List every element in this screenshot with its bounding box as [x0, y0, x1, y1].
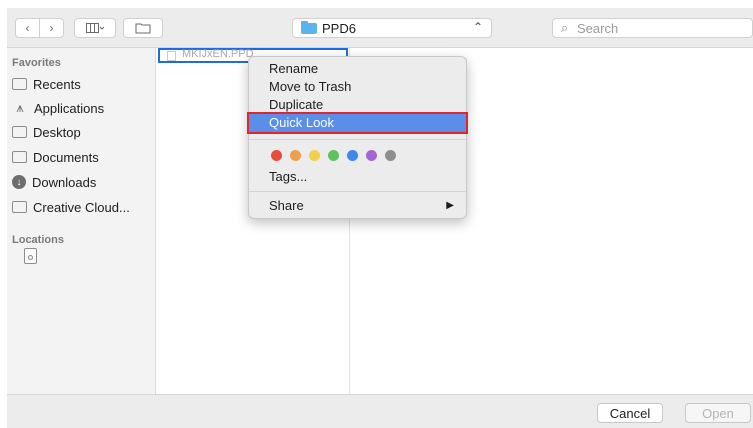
- sidebar-item-label: Desktop: [33, 124, 81, 140]
- tag-gray[interactable]: [385, 150, 396, 161]
- chevron-right-icon: ›: [49, 21, 54, 35]
- favorites-header: Favorites: [12, 57, 61, 69]
- toolbar: ‹ › PPD6 ⌃ ⌕ Search: [7, 8, 753, 48]
- menu-separator: [249, 139, 466, 140]
- forward-button[interactable]: ›: [39, 18, 64, 38]
- menu-item-rename[interactable]: Rename: [249, 60, 466, 78]
- desktop-icon: [12, 126, 27, 138]
- new-folder-button[interactable]: [123, 18, 163, 38]
- search-field[interactable]: ⌕ Search: [552, 18, 753, 38]
- menu-item-tags[interactable]: Tags...: [249, 168, 466, 186]
- sidebar-item-label: Documents: [33, 149, 99, 165]
- menu-item-share[interactable]: Share ▶: [249, 197, 466, 215]
- chevron-left-icon: ‹: [25, 21, 30, 35]
- menu-item-duplicate[interactable]: Duplicate: [249, 96, 466, 114]
- sidebar-item-label: Downloads: [32, 174, 97, 190]
- new-folder-icon: [135, 23, 151, 34]
- search-icon: ⌕: [561, 20, 569, 35]
- search-placeholder: Search: [577, 21, 619, 36]
- path-label: PPD6: [322, 21, 356, 36]
- menu-separator: [249, 191, 466, 192]
- path-popup[interactable]: PPD6 ⌃: [292, 18, 492, 38]
- bottom-bar: Cancel Open: [7, 394, 753, 428]
- tag-yellow[interactable]: [309, 150, 320, 161]
- tag-orange[interactable]: [290, 150, 301, 161]
- tag-red[interactable]: [271, 150, 282, 161]
- disk-icon[interactable]: [24, 248, 37, 264]
- recents-icon: [12, 78, 27, 90]
- sidebar-item-applications[interactable]: ⩚ Applications: [12, 97, 152, 119]
- document-icon: [167, 51, 176, 61]
- locations-header: Locations: [12, 234, 64, 246]
- folder-icon: [12, 201, 27, 213]
- popup-arrows-icon: ⌃: [472, 20, 483, 34]
- downloads-icon: ↓: [12, 175, 26, 189]
- sidebar-item-desktop[interactable]: Desktop: [12, 121, 152, 143]
- folder-icon: [301, 21, 317, 34]
- tag-blue[interactable]: [347, 150, 358, 161]
- menu-item-move-to-trash[interactable]: Move to Trash: [249, 78, 466, 96]
- sidebar-item-label: Applications: [34, 100, 105, 116]
- tag-green[interactable]: [328, 150, 339, 161]
- documents-icon: [12, 151, 27, 163]
- open-button[interactable]: Open: [685, 403, 751, 423]
- view-mode-button[interactable]: [74, 18, 116, 38]
- sidebar-item-label: Recents: [33, 76, 81, 92]
- sidebar-item-recents[interactable]: Recents: [12, 73, 152, 95]
- context-menu: Rename Move to Trash Duplicate Quick Loo…: [247, 56, 468, 219]
- sidebar-item-documents[interactable]: Documents: [12, 146, 152, 168]
- sidebar-item-creative-cloud[interactable]: Creative Cloud...: [12, 196, 152, 218]
- sidebar-item-downloads[interactable]: ↓ Downloads: [12, 171, 152, 193]
- menu-item-quick-look[interactable]: Quick Look: [247, 112, 468, 134]
- share-label: Share: [269, 198, 304, 213]
- submenu-arrow-icon: ▶: [446, 200, 454, 211]
- applications-icon: ⩚: [16, 100, 24, 115]
- tag-purple[interactable]: [366, 150, 377, 161]
- sidebar: Favorites Recents ⩚ Applications Desktop…: [7, 48, 156, 394]
- column-view-icon: [86, 23, 104, 33]
- cancel-button[interactable]: Cancel: [597, 403, 663, 423]
- sidebar-item-label: Creative Cloud...: [33, 199, 130, 215]
- back-button[interactable]: ‹: [15, 18, 40, 38]
- file-name: MKIJxEN.PPD: [182, 48, 254, 60]
